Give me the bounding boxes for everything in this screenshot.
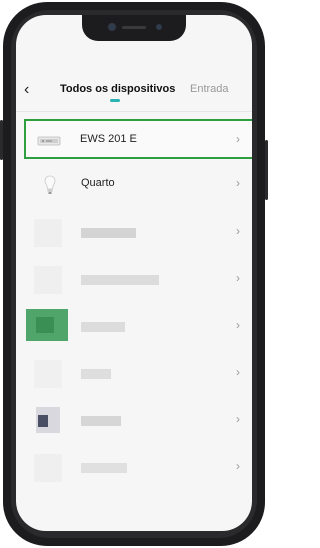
blurred-device-icon-detail: [36, 317, 54, 333]
blurred-device-label: [81, 463, 127, 473]
blurred-device-icon: [34, 360, 62, 388]
chevron-right-icon: ›: [236, 132, 240, 146]
blurred-device-icon: [34, 219, 62, 247]
device-row-ews-201-e[interactable]: EWS 201 E ›: [24, 119, 252, 159]
device-label: Quarto: [81, 177, 115, 189]
tab-entrance[interactable]: Entrada: [190, 83, 229, 95]
blurred-device-label: [81, 369, 111, 379]
blurred-device-row[interactable]: ›: [26, 448, 252, 488]
device-row-quarto[interactable]: Quarto ›: [26, 165, 252, 205]
blurred-device-row[interactable]: ›: [26, 213, 252, 253]
chevron-right-icon: ›: [236, 176, 240, 190]
chevron-right-icon: ›: [236, 365, 240, 379]
device-label: EWS 201 E: [80, 133, 137, 145]
blurred-device-label: [81, 322, 125, 332]
chevron-right-icon: ›: [236, 271, 240, 285]
speaker-grill: [122, 26, 146, 29]
blurred-device-icon: [34, 266, 62, 294]
power-button: [265, 140, 268, 200]
blurred-device-icon: [34, 454, 62, 482]
chevron-right-icon: ›: [236, 412, 240, 426]
back-button[interactable]: ‹: [24, 81, 29, 99]
blurred-device-row[interactable]: ›: [26, 307, 252, 347]
tab-header: ‹ Todos os dispositivos Entrada: [16, 81, 252, 109]
tab-all-devices[interactable]: Todos os dispositivos: [60, 83, 175, 95]
chevron-right-icon: ›: [236, 459, 240, 473]
blurred-device-label: [81, 228, 136, 238]
switch-device-icon: [37, 136, 61, 146]
notch: [82, 15, 186, 41]
blurred-device-icon-detail: [38, 415, 48, 427]
app-screen: ‹ Todos os dispositivos Entrada EWS 201 …: [16, 15, 252, 531]
blurred-device-row[interactable]: ›: [26, 401, 252, 441]
blurred-device-row[interactable]: ›: [26, 260, 252, 300]
tab-indicator: [110, 99, 120, 102]
header-divider: [16, 111, 252, 112]
volume-button: [0, 120, 3, 160]
blurred-device-row[interactable]: ›: [26, 354, 252, 394]
chevron-right-icon: ›: [236, 318, 240, 332]
front-camera-icon: [108, 23, 116, 31]
lightbulb-icon: [44, 175, 56, 194]
chevron-right-icon: ›: [236, 224, 240, 238]
blurred-device-label: [81, 416, 121, 426]
blurred-device-label: [81, 275, 159, 285]
sensor-icon: [156, 24, 162, 30]
